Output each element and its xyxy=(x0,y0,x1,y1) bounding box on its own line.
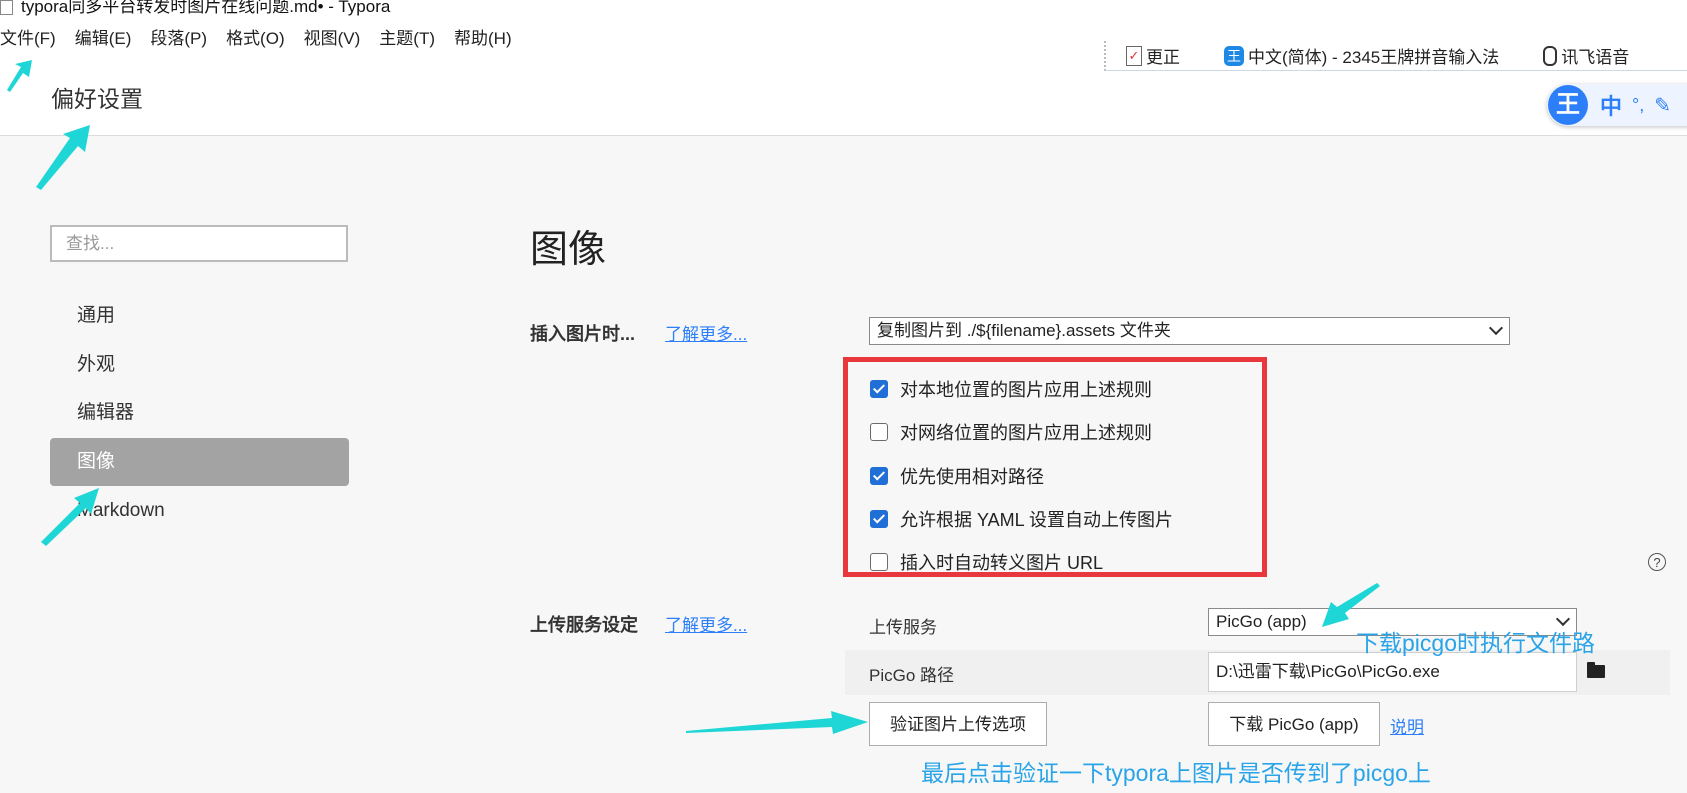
ime-input-method-button[interactable]: 王 中文(简体) - 2345王牌拼音输入法 xyxy=(1224,43,1499,68)
checkbox-apply-local[interactable] xyxy=(870,380,888,398)
window-title: typora同多平台转发时图片在线问题.md• - Typora xyxy=(0,0,390,17)
menu-file[interactable]: 文件(F) xyxy=(0,24,56,50)
search-input[interactable] xyxy=(52,227,346,260)
checkbox-label: 允许根据 YAML 设置自动上传图片 xyxy=(900,510,1174,530)
sidebar-item-markdown[interactable]: Markdown xyxy=(50,487,349,535)
menu-help[interactable]: 帮助(H) xyxy=(454,24,512,50)
ime-floating-toolbar[interactable]: 王 中 °, ✎ xyxy=(1547,84,1687,126)
checkbox-label: 插入时自动转义图片 URL xyxy=(900,553,1104,573)
window-header: typora同多平台转发时图片在线问题.md• - Typora 文件(F) 编… xyxy=(0,0,1687,136)
wang-icon: 王 xyxy=(1224,45,1244,66)
checkbox-yaml-upload[interactable] xyxy=(870,510,888,528)
ime-input-method-label: 中文(简体) - 2345王牌拼音输入法 xyxy=(1248,48,1500,67)
checkbox-apply-network[interactable] xyxy=(870,423,888,441)
section-title-image: 图像 xyxy=(530,229,607,271)
checkbox-relative-path[interactable] xyxy=(870,467,888,485)
wang-logo-icon[interactable]: 王 xyxy=(1548,85,1588,125)
checkbox-row[interactable]: 对网络位置的图片应用上述规则 xyxy=(870,419,1152,445)
sidebar-item-general[interactable]: 通用 xyxy=(50,292,349,340)
picgo-path-annotation: 下载picgo时执行文件路 xyxy=(1356,630,1595,656)
insert-image-label: 插入图片时... xyxy=(530,324,636,344)
menu-theme[interactable]: 主题(T) xyxy=(379,24,435,50)
document-icon xyxy=(0,0,13,16)
window-title-text: typora同多平台转发时图片在线问题.md• - Typora xyxy=(21,0,391,16)
chevron-down-icon xyxy=(1488,320,1504,336)
menu-bar: 文件(F) 编辑(E) 段落(P) 格式(O) 视图(V) 主题(T) 帮助(H… xyxy=(0,24,531,50)
checkbox-label: 对网络位置的图片应用上述规则 xyxy=(900,423,1152,443)
upload-service-label: 上传服务 xyxy=(869,618,937,637)
upload-service-section-label: 上传服务设定 xyxy=(530,615,638,635)
menu-paragraph[interactable]: 段落(P) xyxy=(150,24,207,50)
microphone-icon xyxy=(1543,45,1558,66)
ime-fix-label: 更正 xyxy=(1146,48,1180,67)
checkbox-label: 优先使用相对路径 xyxy=(900,467,1044,487)
question-circle-icon[interactable]: ? xyxy=(1648,553,1666,571)
arrow-verify-button xyxy=(686,711,868,734)
menu-format[interactable]: 格式(O) xyxy=(226,24,285,50)
insert-learn-more-link[interactable]: 了解更多... xyxy=(665,320,747,345)
menu-view[interactable]: 视图(V) xyxy=(304,24,361,50)
checkbox-row[interactable]: 插入时自动转义图片 URL xyxy=(870,549,1103,575)
checkbox-row[interactable]: 优先使用相对路径 xyxy=(870,463,1044,489)
preferences-title: 偏好设置 xyxy=(51,86,143,112)
ime-punct-toggle[interactable]: °, xyxy=(1632,95,1644,116)
pen-icon[interactable]: ✎ xyxy=(1654,93,1671,118)
ime-language-bar: ✓ 更正 王 中文(简体) - 2345王牌拼音输入法 讯飞语音 xyxy=(1104,41,1687,71)
insert-rule-select[interactable]: 复制图片到 ./${filename}.assets 文件夹 xyxy=(869,317,1510,345)
verify-annotation: 最后点击验证一下typora上图片是否传到了picgo上 xyxy=(921,760,1431,786)
ime-fix-button[interactable]: ✓ 更正 xyxy=(1126,43,1180,68)
insert-rule-value: 复制图片到 ./${filename}.assets 文件夹 xyxy=(877,321,1171,340)
help-link[interactable]: 说明 xyxy=(1390,713,1424,738)
ime-voice-label: 讯飞语音 xyxy=(1561,48,1630,67)
upload-learn-more-link[interactable]: 了解更多... xyxy=(665,611,747,636)
checkbox-label: 对本地位置的图片应用上述规则 xyxy=(900,380,1152,400)
checkbox-escape-url[interactable] xyxy=(870,553,888,571)
sidebar-item-editor[interactable]: 编辑器 xyxy=(50,389,349,437)
picgo-path-input[interactable]: D:\迅雷下载\PicGo\PicGo.exe xyxy=(1208,652,1577,692)
checkbox-row[interactable]: 允许根据 YAML 设置自动上传图片 xyxy=(870,506,1173,532)
ime-mode-toggle[interactable]: 中 xyxy=(1600,89,1622,121)
upload-service-value: PicGo (app) xyxy=(1216,612,1307,631)
sidebar-item-image[interactable]: 图像 xyxy=(50,438,349,486)
ime-voice-button[interactable]: 讯飞语音 xyxy=(1543,43,1629,68)
picgo-path-label: PicGo 路径 xyxy=(869,666,955,685)
verify-upload-button[interactable]: 验证图片上传选项 xyxy=(869,702,1047,746)
checkbox-row[interactable]: 对本地位置的图片应用上述规则 xyxy=(870,376,1152,402)
folder-icon[interactable] xyxy=(1587,662,1605,678)
menu-edit[interactable]: 编辑(E) xyxy=(75,24,132,50)
check-doc-icon: ✓ xyxy=(1126,45,1142,66)
sidebar-item-appearance[interactable]: 外观 xyxy=(50,341,349,389)
search-box xyxy=(50,225,348,262)
download-picgo-button[interactable]: 下载 PicGo (app) xyxy=(1208,702,1380,746)
